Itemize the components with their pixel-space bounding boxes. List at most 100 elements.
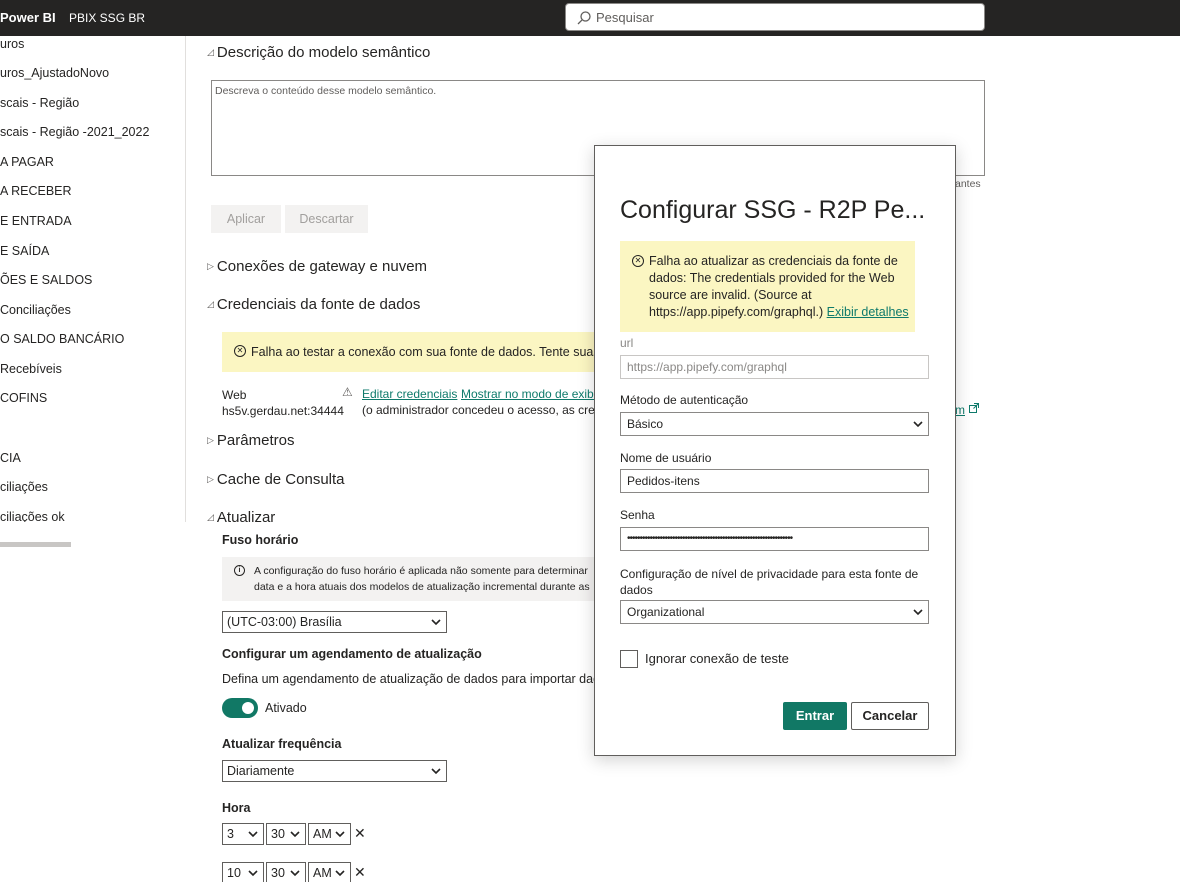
- password-field[interactable]: ••••••••••••••••••••••••••••••••••••••••…: [620, 527, 929, 551]
- skip-test-label: Ignorar conexão de teste: [645, 651, 789, 666]
- section-title: Atualizar: [216, 509, 276, 526]
- sidebar-item[interactable]: uros: [0, 37, 24, 51]
- show-details-link[interactable]: Exibir detalhes: [827, 305, 909, 319]
- timezone-info-text: A configuração do fuso horário é aplicad…: [254, 563, 590, 595]
- dialog-title: Configurar SSG - R2P Pe...: [620, 196, 925, 224]
- section-query-cache[interactable]: ▷ Cache de Consulta: [207, 471, 345, 488]
- external-link-icon: [969, 403, 979, 413]
- chevron-down-icon: [335, 831, 345, 838]
- ampm-select[interactable]: AM: [308, 862, 351, 882]
- timezone-select[interactable]: (UTC-03:00) Brasília: [222, 611, 447, 633]
- credentials-warning-banner: ✕ Falha ao testar a conexão com sua font…: [222, 332, 602, 372]
- schedule-toggle[interactable]: [222, 698, 258, 718]
- remove-time-icon[interactable]: ✕: [354, 825, 366, 842]
- url-label: url: [620, 336, 634, 350]
- sidebar-item[interactable]: A PAGAR: [0, 155, 54, 169]
- frequency-label: Atualizar frequência: [222, 737, 342, 751]
- collapse-icon: ◿: [207, 512, 214, 522]
- search-input[interactable]: Pesquisar: [565, 3, 985, 31]
- sidebar-item[interactable]: COFINS: [0, 391, 47, 405]
- report-name[interactable]: PBIX SSG BR: [69, 11, 145, 25]
- frequency-select[interactable]: Diariamente: [222, 760, 447, 782]
- chevron-down-icon: [431, 619, 441, 626]
- chevron-down-icon: [431, 768, 441, 775]
- search-icon: [577, 11, 591, 25]
- privacy-level-select[interactable]: Organizational: [620, 600, 929, 624]
- username-label: Nome de usuário: [620, 451, 712, 465]
- sidebar-item[interactable]: Recebíveis: [0, 362, 62, 376]
- skip-test-checkbox[interactable]: [620, 650, 638, 668]
- sign-in-button[interactable]: Entrar: [783, 702, 847, 730]
- sidebar-item[interactable]: E SAÍDA: [0, 244, 49, 258]
- app-brand[interactable]: Power BI: [0, 10, 56, 25]
- sidebar-item[interactable]: scais - Região -2021_2022: [0, 125, 149, 139]
- ampm-select[interactable]: AM: [308, 823, 351, 845]
- show-mode-link[interactable]: Mostrar no modo de exibição: [461, 387, 595, 401]
- select-value: Básico: [627, 417, 664, 431]
- select-value: Organizational: [627, 605, 705, 619]
- error-message: Falha ao atualizar as credenciais da fon…: [649, 253, 919, 321]
- credential-source: Web hs5v.gerdau.net:34444: [222, 387, 344, 419]
- collapse-icon: ◿: [207, 299, 214, 309]
- chevron-down-icon: [913, 609, 923, 616]
- section-refresh[interactable]: ◿ Atualizar: [207, 509, 275, 526]
- sidebar-item[interactable]: A RECEBER: [0, 184, 72, 198]
- chevron-down-icon: [248, 831, 258, 838]
- expand-icon: ▷: [207, 474, 214, 484]
- toggle-label: Ativado: [265, 701, 307, 715]
- sidebar-scrollbar[interactable]: [0, 542, 71, 547]
- section-gateway[interactable]: ▷ Conexões de gateway e nuvem: [207, 258, 427, 275]
- chevron-down-icon: [913, 421, 923, 428]
- chevron-down-icon: [290, 870, 300, 877]
- hour-select[interactable]: 3: [222, 823, 264, 845]
- section-description[interactable]: ◿ Descrição do modelo semântico: [207, 44, 430, 61]
- minute-select[interactable]: 30: [266, 862, 306, 882]
- discard-button[interactable]: Descartar: [285, 205, 368, 233]
- password-label: Senha: [620, 508, 655, 522]
- sidebar-item[interactable]: E ENTRADA: [0, 214, 72, 228]
- section-parameters[interactable]: ▷ Parâmetros: [207, 432, 294, 449]
- select-value: 10: [227, 866, 241, 880]
- apply-button[interactable]: Aplicar: [211, 205, 281, 233]
- cancel-button[interactable]: Cancelar: [851, 702, 929, 730]
- external-link[interactable]: m: [955, 403, 965, 417]
- minute-select[interactable]: 30: [266, 823, 306, 845]
- timezone-label: Fuso horário: [222, 533, 299, 547]
- schedule-description: Defina um agendamento de atualização de …: [222, 672, 595, 686]
- section-title: Credenciais da fonte de dados: [216, 296, 421, 313]
- top-bar: Power BI PBIX SSG BR Pesquisar: [0, 0, 1180, 36]
- sidebar-item[interactable]: ÕES E SALDOS: [0, 273, 92, 287]
- info-line: A configuração do fuso horário é aplicad…: [254, 565, 588, 577]
- sidebar-item[interactable]: uros_AjustadoNovo: [0, 66, 109, 80]
- schedule-title: Configurar um agendamento de atualização: [222, 647, 482, 661]
- sidebar-item[interactable]: scais - Região: [0, 96, 79, 110]
- chevron-down-icon: [335, 870, 345, 877]
- sidebar-item[interactable]: CIA: [0, 451, 21, 465]
- section-credentials[interactable]: ◿ Credenciais da fonte de dados: [207, 296, 420, 313]
- error-circle-icon: ✕: [234, 345, 246, 357]
- username-field[interactable]: Pedidos-itens: [620, 469, 929, 493]
- hour-label: Hora: [222, 801, 251, 815]
- remove-time-icon[interactable]: ✕: [354, 864, 366, 881]
- section-title: Cache de Consulta: [216, 471, 345, 488]
- edit-credentials-link[interactable]: Editar credenciais: [362, 387, 457, 401]
- select-value: AM: [313, 827, 332, 841]
- select-value: 30: [271, 866, 285, 880]
- sidebar-item[interactable]: ciliações ok: [0, 510, 65, 522]
- sidebar-item[interactable]: ciliações: [0, 480, 48, 494]
- dialog-error-banner: ✕ Falha ao atualizar as credenciais da f…: [620, 241, 915, 332]
- collapse-icon: ◿: [207, 47, 214, 57]
- info-icon: i: [234, 565, 245, 576]
- configure-credentials-dialog: Configurar SSG - R2P Pe... ✕ Falha ao at…: [594, 145, 956, 756]
- hour-select[interactable]: 10: [222, 862, 264, 882]
- auth-method-select[interactable]: Básico: [620, 412, 929, 436]
- section-title: Parâmetros: [216, 432, 295, 449]
- select-value: Diariamente: [227, 764, 295, 778]
- sidebar-item[interactable]: Conciliações: [0, 303, 71, 317]
- url-field[interactable]: https://app.pipefy.com/graphql: [620, 355, 929, 379]
- sidebar-item[interactable]: O SALDO BANCÁRIO: [0, 332, 124, 346]
- privacy-label: Configuração de nível de privacidade par…: [620, 567, 919, 597]
- select-value: AM: [313, 866, 332, 880]
- section-title: Conexões de gateway e nuvem: [216, 258, 428, 275]
- expand-icon: ▷: [207, 261, 214, 271]
